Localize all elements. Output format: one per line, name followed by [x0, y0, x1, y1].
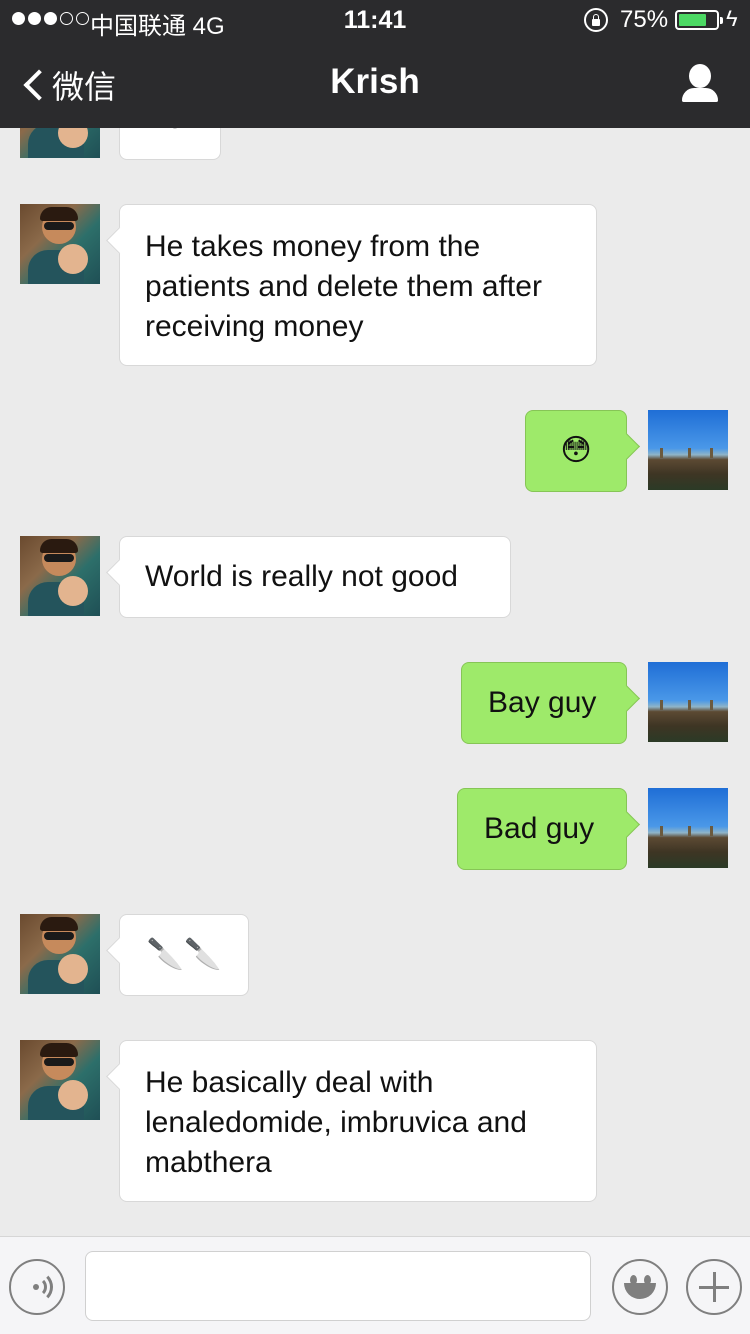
message-text: 😳: [560, 433, 592, 468]
charging-icon: ϟ: [726, 6, 738, 31]
message-text: Bad guy: [484, 812, 595, 845]
message-text: Bay guy: [488, 686, 597, 719]
contact-avatar[interactable]: [20, 536, 100, 616]
incoming-message-bubble[interactable]: World is really not good: [119, 536, 511, 618]
message-input-bar: [0, 1236, 750, 1334]
nav-bar: 微信 Krish: [0, 40, 750, 128]
message-text: He basically deal with lenaledomide, imb…: [145, 1066, 527, 1179]
battery-fill: [679, 14, 706, 26]
outgoing-message-bubble[interactable]: Bay guy: [461, 662, 627, 744]
outgoing-message-bubble[interactable]: Bad guy: [457, 788, 627, 870]
emoji-button[interactable]: [612, 1259, 668, 1315]
rotation-lock-icon: [584, 8, 608, 32]
contact-profile-button[interactable]: [676, 60, 724, 108]
message-text: He takes money from the patients and del…: [145, 230, 542, 343]
message-text: 🔪🔪: [146, 937, 222, 972]
header: 中国联通 4G 11:41 75% ϟ 微信 Krish: [0, 0, 750, 128]
voice-input-button[interactable]: [9, 1259, 65, 1315]
incoming-message-bubble[interactable]: He basically deal with lenaledomide, imb…: [119, 1040, 597, 1202]
contact-avatar[interactable]: [20, 1040, 100, 1120]
my-avatar[interactable]: [648, 662, 728, 742]
battery-percentage: 75%: [620, 6, 669, 33]
battery-icon: [675, 10, 723, 30]
more-options-button[interactable]: [686, 1259, 742, 1315]
message-text: World is really not good: [145, 560, 458, 593]
my-avatar[interactable]: [648, 788, 728, 868]
my-avatar[interactable]: [648, 410, 728, 490]
contact-avatar[interactable]: [20, 914, 100, 994]
outgoing-message-bubble[interactable]: 😳: [525, 410, 627, 492]
person-icon: [689, 64, 711, 88]
chat-message-list[interactable]: No He takes money from the patients and …: [0, 0, 750, 1236]
status-bar: 中国联通 4G 11:41 75% ϟ: [0, 0, 750, 40]
contact-avatar[interactable]: [20, 204, 100, 284]
page-title: Krish: [330, 62, 420, 101]
incoming-message-bubble[interactable]: He takes money from the patients and del…: [119, 204, 597, 366]
incoming-message-bubble[interactable]: 🔪🔪: [119, 914, 249, 996]
message-input[interactable]: [85, 1251, 591, 1321]
